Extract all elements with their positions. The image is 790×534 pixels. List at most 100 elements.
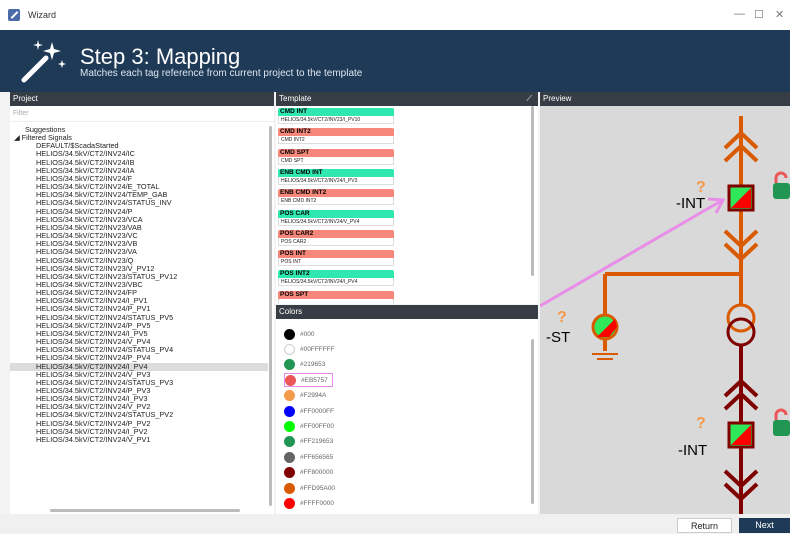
next-button[interactable]: Next — [739, 518, 790, 533]
template-card[interactable]: ENB CMD INT2 ENB CMD INT2 — [278, 189, 394, 207]
template-card-name: ENB CMD INT — [278, 168, 394, 177]
lock-icon-bottom — [773, 420, 790, 436]
lock-shackle-bottom — [774, 408, 788, 420]
question-st: ? — [557, 309, 567, 326]
question-top: ? — [696, 179, 706, 196]
template-card-name: CMD INT2 — [278, 128, 394, 137]
color-swatch-label: #EB5757 — [301, 376, 328, 384]
step-title: Step 3: Mapping — [80, 44, 241, 69]
color-swatch-dot — [284, 436, 295, 448]
project-panel: Filter Suggestions ◢ Filtered Signals DEFA… — [10, 106, 274, 514]
color-swatch-dot — [284, 467, 295, 479]
color-swatch-dot — [284, 497, 295, 509]
color-swatch-label: #FFD95A00 — [300, 484, 336, 492]
color-swatch-label: #219653 — [300, 361, 326, 369]
template-card-value: HELIOS/34.5kV/CT2/INV23/I_PV10 — [278, 116, 394, 124]
template-title: Template — [279, 94, 312, 103]
color-swatch-row[interactable]: #FFFF0000 — [284, 496, 334, 510]
template-panel: CMD INT HELIOS/34.5kV/CT2/INV23/I_PV10 CMD… — [276, 106, 538, 304]
template-header: Template ⟋ — [276, 92, 538, 106]
color-swatch-row[interactable]: #FFD95A00 — [284, 481, 335, 495]
color-swatch-label: #000 — [300, 330, 315, 338]
question-bottom: ? — [696, 415, 706, 432]
color-swatch-row[interactable]: #EB5757 — [284, 373, 333, 388]
color-swatch-label: #00FFFFFF — [300, 345, 335, 353]
color-swatch-dot — [284, 390, 295, 402]
template-card-value: POS CAR2 — [278, 237, 394, 246]
template-card[interactable]: CMD INT HELIOS/34.5kV/CT2/INV23/I_PV10 — [278, 108, 394, 126]
color-swatch-label: #FF0000FF — [300, 407, 334, 415]
filter-input[interactable]: Filter — [10, 106, 274, 122]
color-swatch-label: #FFFF0000 — [300, 499, 334, 507]
project-header: Project — [10, 92, 274, 106]
maximize-button[interactable]: ☐ — [754, 8, 764, 21]
color-swatch-label: #FF00FF00 — [300, 422, 334, 430]
template-card-value: HELIOS/34.5kV/CT2/INV24/I_PV4 — [278, 278, 394, 287]
template-card-name: CMD INT — [278, 108, 394, 116]
label-int-bottom: -INT — [678, 442, 707, 459]
template-card-value: CMD INT2 — [278, 136, 394, 145]
color-swatch-row[interactable]: #FF00FF00 — [284, 419, 334, 433]
color-swatch-row[interactable]: #FF219653 — [284, 435, 333, 449]
wizard-header: Step 3: Mapping Matches each tag referen… — [0, 30, 790, 92]
template-card[interactable]: POS SPT — [278, 290, 394, 304]
color-swatch-row[interactable]: #FF800000 — [284, 466, 333, 480]
template-card-name: POS CAR — [278, 209, 394, 218]
color-swatch-label: #FF800000 — [300, 469, 334, 477]
color-swatch-dot — [284, 420, 295, 432]
color-swatch-label: #FF656565 — [300, 453, 334, 461]
color-swatch-row[interactable]: #FF656565 — [284, 450, 333, 464]
colors-header: Colors — [276, 305, 538, 319]
color-swatch-row[interactable]: #FF0000FF — [284, 404, 334, 418]
color-swatch-row[interactable]: #000 — [284, 327, 314, 341]
template-card[interactable]: POS CAR2 POS CAR2 — [278, 229, 394, 248]
label-st: -ST — [546, 329, 570, 346]
label-int-top: -INT — [676, 195, 705, 212]
wand-small-icon[interactable]: ⟋ — [526, 92, 532, 106]
title-bar: Wizard — ☐ ✕ — [0, 0, 790, 30]
color-swatch-row[interactable]: #F2994A — [284, 389, 326, 403]
template-card-value: HELIOS/34.5kV/CT2/INV24/I_PV3 — [278, 176, 394, 185]
color-swatch-dot — [284, 359, 295, 371]
project-hscrollbar[interactable] — [50, 509, 240, 512]
color-swatch-row[interactable]: #00FFFFFF — [284, 342, 335, 356]
template-scrollbar[interactable] — [531, 106, 534, 276]
project-scrollbar[interactable] — [269, 126, 272, 506]
return-button[interactable]: Return — [677, 518, 732, 533]
color-swatch-dot — [284, 451, 295, 463]
step-subtitle: Matches each tag reference from current … — [80, 68, 363, 79]
footer-bar — [0, 514, 790, 533]
colors-scrollbar[interactable] — [531, 339, 534, 504]
lock-icon-top — [773, 183, 790, 199]
template-card[interactable]: CMD SPT CMD SPT — [278, 148, 394, 167]
template-card[interactable]: ENB CMD INT HELIOS/34.5kV/CT2/INV24/I_PV3 — [278, 168, 394, 187]
template-card-value: HELIOS/34.5kV/CT2/INV24/V_PV4 — [278, 217, 394, 226]
close-button[interactable]: ✕ — [775, 8, 784, 21]
template-card-name: CMD SPT — [278, 148, 394, 157]
color-swatch-label: #FF219653 — [300, 438, 334, 446]
template-card-name: POS INT — [278, 250, 394, 259]
tree-item[interactable]: HELIOS/34.5kV/CT2/INV24/V_PV1 — [10, 435, 268, 444]
minimize-button[interactable]: — — [734, 8, 745, 20]
window-title: Wizard — [28, 10, 57, 20]
color-swatch-label: #F2994A — [300, 392, 327, 400]
wizard-icon — [8, 9, 20, 21]
color-swatch-dot — [284, 482, 295, 494]
preview-header: Preview — [540, 92, 790, 106]
template-card-value — [278, 298, 394, 304]
magic-wand-icon — [21, 40, 66, 83]
template-card[interactable]: CMD INT2 CMD INT2 — [278, 128, 394, 146]
template-card[interactable]: POS INT2 HELIOS/34.5kV/CT2/INV24/I_PV4 — [278, 270, 394, 288]
template-card-value: CMD SPT — [278, 156, 394, 165]
template-card-value: ENB CMD INT2 — [278, 197, 394, 206]
template-card[interactable]: POS INT POS INT — [278, 250, 394, 268]
lock-shackle-top — [774, 171, 788, 183]
preview-panel: ? -INT ? -ST ? -INT — [540, 106, 790, 514]
template-card-value: POS INT — [278, 258, 394, 267]
template-card[interactable]: POS CAR HELIOS/34.5kV/CT2/INV24/V_PV4 — [278, 209, 394, 228]
color-swatch-dot — [284, 328, 295, 340]
colors-panel: #000 #00FFFFFF #219653 #EB5757 #F2994A #FF000… — [276, 319, 538, 514]
template-card-name: POS INT2 — [278, 270, 394, 279]
color-swatch-dot — [285, 374, 296, 386]
color-swatch-row[interactable]: #219653 — [284, 358, 325, 372]
